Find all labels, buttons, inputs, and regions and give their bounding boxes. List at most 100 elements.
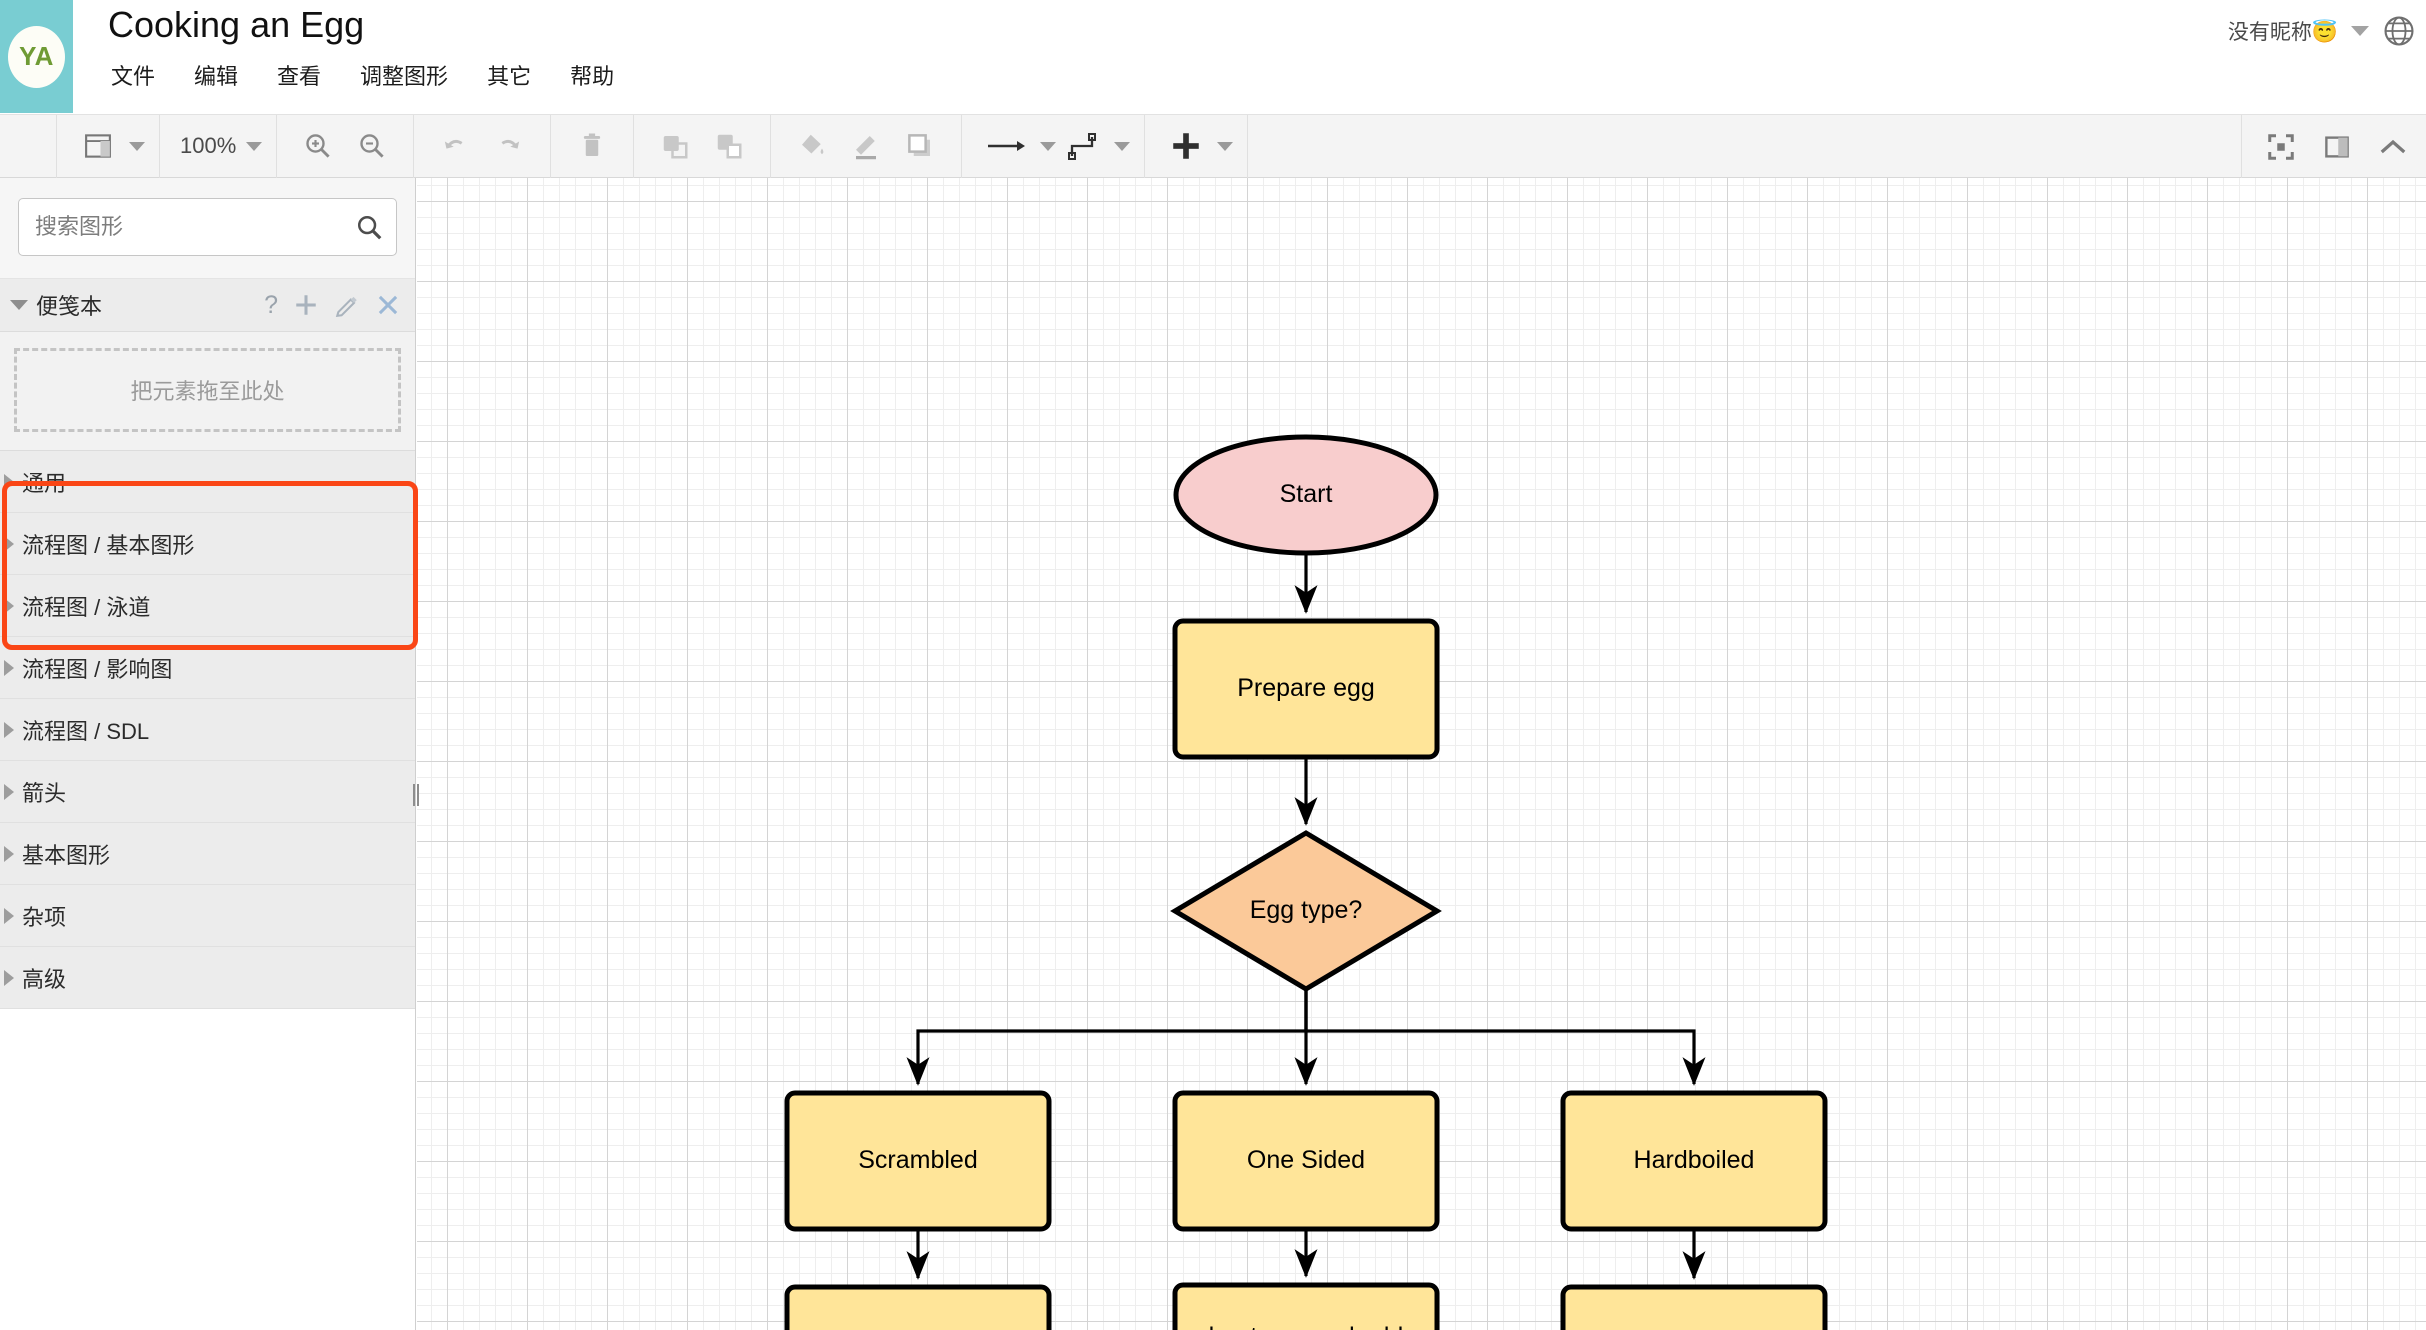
sidebar-item-flowchart-influence[interactable]: 流程图 / 影响图 (0, 637, 415, 699)
chevron-right-icon (4, 535, 14, 552)
account-name[interactable]: 没有昵称😇 (2228, 16, 2338, 46)
send-to-back-icon[interactable] (702, 122, 756, 170)
sidebar-item-flowchart-sdl[interactable]: 流程图 / SDL (0, 699, 415, 761)
toolbar-group-style (771, 114, 963, 178)
zoom-level-label[interactable]: 100% (174, 133, 242, 159)
toolbar-group-right (2241, 115, 2420, 178)
node-label: Egg type? (1250, 896, 1363, 924)
sidebar-item-basic-shapes[interactable]: 基本图形 (0, 823, 415, 885)
flowchart: Start Prepare egg Egg type? Scrambled One Si… (784, 434, 1828, 1330)
menu-extras[interactable]: 其它 (486, 57, 532, 93)
shapes-sidebar: 便笺本 ? (0, 178, 416, 1330)
flowchart-node[interactable]: heat pan and addoil (1172, 1282, 1440, 1330)
chevron-right-icon (4, 783, 14, 800)
line-pen-icon[interactable] (839, 122, 893, 170)
menubar: 文件 编辑 查看 调整图形 其它 帮助 (110, 57, 615, 93)
avatar-initials: YA (8, 25, 65, 88)
sidebar-item-label: 箭头 (22, 780, 67, 806)
toolbar-group-connections (962, 114, 1146, 178)
flowchart-node[interactable]: One Sided (1172, 1090, 1440, 1232)
toolbar-group-order (634, 114, 772, 178)
scratchpad-actions: ? (264, 292, 401, 318)
toolbar-group-zoom-level: 100% (160, 114, 278, 178)
sidebar-item-label: 基本图形 (22, 842, 111, 868)
search-input[interactable] (19, 199, 396, 255)
sidebar-item-label: 流程图 / 基本图形 (22, 532, 195, 558)
bring-to-front-icon[interactable] (648, 122, 702, 170)
page-title[interactable]: Cooking an Egg (108, 4, 364, 46)
waypoint-style-caret-icon[interactable] (1114, 141, 1131, 151)
chevron-up-icon[interactable] (2366, 123, 2420, 171)
search-section (0, 178, 415, 279)
sidebar-item-general[interactable]: 通用 (0, 451, 415, 513)
flowchart-node[interactable]: Egg type? (1170, 830, 1442, 992)
node-label: Scrambled (858, 1146, 978, 1174)
node-label: Prepare egg (1237, 674, 1375, 702)
redo-icon[interactable] (482, 122, 536, 170)
fill-bucket-icon[interactable] (785, 122, 839, 170)
app-header: YA Cooking an Egg 文件 编辑 查看 调整图形 其它 帮助 没有… (0, 0, 2426, 115)
flowchart-edge[interactable] (906, 989, 1308, 1086)
toolbar-group-history (414, 114, 552, 178)
flowchart-node[interactable]: Hardboiled (1560, 1090, 1828, 1232)
sidebar-resize-handle[interactable] (410, 782, 422, 808)
waypoint-connector-icon[interactable] (1056, 122, 1110, 170)
scratchpad-dropzone[interactable]: 把元素拖至此处 (14, 348, 401, 432)
node-shape (1560, 1284, 1828, 1330)
sidebar-item-arrows[interactable]: 箭头 (0, 761, 415, 823)
sidebar-item-flowchart-basic[interactable]: 流程图 / 基本图形 (0, 513, 415, 575)
menu-view[interactable]: 查看 (276, 57, 322, 93)
sidebar-item-misc[interactable]: 杂项 (0, 885, 415, 947)
chevron-right-icon (4, 845, 14, 862)
toolbar: 100% (0, 114, 2426, 178)
search-icon[interactable] (354, 212, 384, 242)
menu-edit[interactable]: 编辑 (193, 57, 239, 93)
trash-icon[interactable] (565, 122, 619, 170)
flowchart-node[interactable]: Start (1173, 434, 1439, 556)
toolbar-group-zoom (277, 114, 415, 178)
plus-icon[interactable] (1159, 122, 1213, 170)
zoom-caret-icon[interactable] (246, 141, 263, 151)
shadow-square-icon[interactable] (893, 122, 947, 170)
format-panel-icon[interactable] (2310, 123, 2364, 171)
scratchpad-header[interactable]: 便笺本 ? (0, 279, 415, 332)
toolbar-group-delete (551, 114, 635, 178)
globe-icon[interactable] (2382, 14, 2416, 48)
chevron-down-icon[interactable] (2351, 26, 2369, 36)
fit-page-icon[interactable] (2254, 123, 2308, 171)
panel-layout-icon[interactable] (71, 122, 125, 170)
close-icon[interactable] (375, 292, 401, 318)
flowchart-node[interactable]: Crack egg (784, 1284, 1052, 1330)
avatar[interactable]: YA (0, 0, 73, 113)
node-label: Hardboiled (1634, 1146, 1755, 1174)
menu-help[interactable]: 帮助 (569, 57, 615, 93)
zoom-in-icon[interactable] (291, 122, 345, 170)
chevron-right-icon (4, 721, 14, 738)
pencil-icon[interactable] (334, 292, 360, 318)
flowchart-node[interactable]: Boil water (1560, 1284, 1828, 1330)
arrow-style-caret-icon[interactable] (1040, 141, 1057, 151)
arrow-right-icon[interactable] (976, 122, 1036, 170)
menu-arrange[interactable]: 调整图形 (359, 57, 449, 93)
insert-caret-icon[interactable] (1217, 141, 1234, 151)
scratchpad-expand-icon[interactable] (10, 300, 28, 310)
search-box[interactable] (18, 198, 397, 256)
sidebar-item-advanced[interactable]: 高级 (0, 947, 415, 1009)
plus-icon[interactable] (293, 292, 319, 318)
sidebar-item-label: 杂项 (22, 904, 67, 930)
chevron-right-icon (4, 907, 14, 924)
flowchart-edge[interactable] (1304, 989, 1706, 1086)
menu-file[interactable]: 文件 (110, 57, 156, 93)
sidebar-item-label: 流程图 / 泳道 (22, 594, 151, 620)
panel-layout-caret-icon[interactable] (129, 141, 145, 151)
flowchart-node[interactable]: Scrambled (784, 1090, 1052, 1232)
flowchart-node[interactable]: Prepare egg (1172, 618, 1440, 760)
question-mark-icon[interactable]: ? (264, 292, 278, 318)
undo-icon[interactable] (428, 122, 482, 170)
diagram-canvas[interactable]: Start Prepare egg Egg type? Scrambled One Si… (417, 178, 2426, 1330)
node-label: heat pan and addoil (1209, 1322, 1404, 1330)
chevron-right-icon (4, 659, 14, 676)
zoom-out-icon[interactable] (345, 122, 399, 170)
sidebar-item-label: 流程图 / SDL (22, 718, 150, 744)
sidebar-item-flowchart-swimlane[interactable]: 流程图 / 泳道 (0, 575, 415, 637)
